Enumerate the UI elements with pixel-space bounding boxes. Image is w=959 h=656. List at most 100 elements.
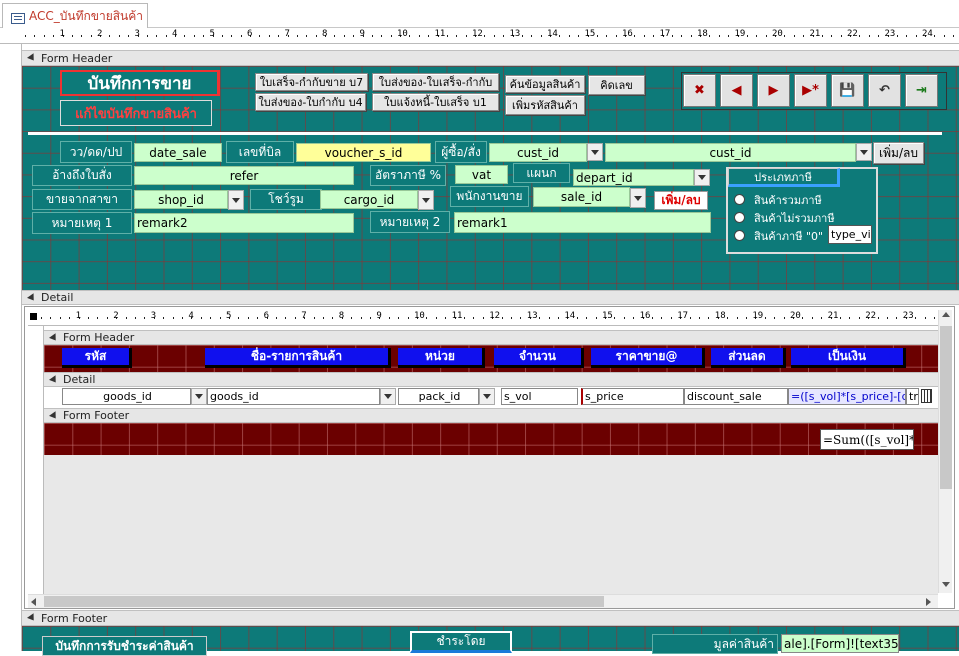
add-remove-customer-button[interactable]: เพิ่ม/ลบ xyxy=(873,142,924,164)
ruler-tick xyxy=(200,317,202,319)
voucher-field[interactable]: voucher_s_id xyxy=(296,143,431,162)
goods-id-dropdown-icon[interactable] xyxy=(191,388,207,405)
type-vi-field[interactable]: type_vi xyxy=(828,225,872,244)
scroll-right-icon[interactable] xyxy=(926,598,931,606)
ruler-number: 20 xyxy=(790,311,801,321)
scroll-thumb[interactable] xyxy=(940,326,952,489)
goods-value-field[interactable]: ale].[Form]![text35] xyxy=(781,634,899,653)
ruler-tick xyxy=(736,317,738,319)
subform-detail-bar[interactable]: Detail xyxy=(44,372,938,387)
remark2-field[interactable]: remark2 xyxy=(134,213,354,233)
cust-name-combo[interactable]: cust_id xyxy=(605,143,856,162)
shop-id-dropdown-icon[interactable] xyxy=(228,190,244,210)
ruler-tick xyxy=(259,35,261,37)
ruler-tick xyxy=(670,317,672,319)
ruler-tick xyxy=(643,35,645,37)
amount-formula-field[interactable]: =([s_vol]*[s_price]-[dis xyxy=(788,388,906,405)
calculator-button[interactable]: คิดเลข xyxy=(588,75,645,95)
header-divider xyxy=(28,132,942,135)
undo-icon[interactable]: ↶ xyxy=(868,74,901,107)
department-combo[interactable]: depart_id xyxy=(573,169,694,186)
ruler-tick xyxy=(821,317,823,319)
tax-inclusive-radio[interactable] xyxy=(734,194,745,205)
tax-inclusive-label: สินค้ารวมภาษี xyxy=(754,194,822,207)
ruler-tick xyxy=(390,35,392,37)
ruler-tick xyxy=(623,317,625,319)
new-record-icon[interactable]: ▶* xyxy=(794,74,827,107)
ruler-tick xyxy=(586,317,588,319)
ruler-tick xyxy=(106,317,108,319)
ruler-tick xyxy=(343,35,345,37)
document-tab[interactable]: ACC_บันทึกขายสินค้า xyxy=(2,3,148,28)
showroom-label: โชว์รูม xyxy=(250,189,322,210)
remark1-field[interactable]: remark1 xyxy=(454,212,711,233)
ruler-number: 15 xyxy=(602,311,613,321)
delivery-invoice-b4-button[interactable]: ใบส่งของ-ใบกำกับ บ4 xyxy=(255,93,366,111)
department-dropdown-icon[interactable] xyxy=(694,169,710,186)
sale-id-combo[interactable]: sale_id xyxy=(533,187,630,207)
ruler-tick xyxy=(268,35,270,37)
subform-header-bar[interactable]: Form Header xyxy=(44,330,938,345)
exit-form-icon[interactable]: ⇥ xyxy=(905,74,938,107)
goods-id-combo[interactable]: goods_id xyxy=(62,388,191,405)
form-footer-section-bar[interactable]: Form Footer xyxy=(22,610,959,626)
ruler-tick xyxy=(774,317,776,319)
shop-id-combo[interactable]: shop_id xyxy=(134,190,228,209)
pack-id-dropdown-icon[interactable] xyxy=(479,388,495,405)
ruler-tick xyxy=(803,35,805,37)
tax-receipt-b7-button[interactable]: ใบเสร็จ-กำกับขาย บ7 xyxy=(255,73,368,91)
cargo-id-dropdown-icon[interactable] xyxy=(418,190,434,210)
ruler-number: 19 xyxy=(734,29,746,39)
tax-exclusive-radio[interactable] xyxy=(734,212,745,223)
cust-id-combo[interactable]: cust_id xyxy=(489,143,587,162)
goods-name-dropdown-icon[interactable] xyxy=(380,388,396,405)
pack-id-combo[interactable]: pack_id xyxy=(398,388,479,405)
invoice-receipt-b1-button[interactable]: ใบแจ้งหนี้-ใบเสร็จ บ1 xyxy=(372,93,499,111)
form-icon xyxy=(11,13,25,24)
add-goods-code-button[interactable]: เพิ่มรหัสสินค้า xyxy=(505,95,585,115)
cust-id-dropdown-icon[interactable] xyxy=(587,143,603,161)
cargo-id-combo[interactable]: cargo_id xyxy=(320,190,418,209)
ruler-tick xyxy=(165,35,167,37)
tr-field[interactable]: tr xyxy=(906,388,919,405)
scroll-up-icon[interactable] xyxy=(942,312,950,317)
cust-name-dropdown-icon[interactable] xyxy=(856,143,872,161)
ruler-tick xyxy=(90,35,92,37)
vertical-ruler xyxy=(0,44,22,651)
ruler-tick xyxy=(511,317,512,319)
goods-name-combo[interactable]: goods_id xyxy=(207,388,380,405)
form-header-section-bar[interactable]: Form Header xyxy=(22,50,959,66)
ruler-tick xyxy=(868,35,870,37)
ruler-number: 21 xyxy=(809,29,821,39)
detail-section-bar[interactable]: Detail xyxy=(22,290,959,305)
subform-footer-bar[interactable]: Form Footer xyxy=(44,408,938,423)
ruler-tick xyxy=(708,317,710,319)
save-record-icon[interactable]: 💾 xyxy=(831,74,864,107)
tax-zero-radio[interactable] xyxy=(734,230,745,241)
vertical-scrollbar[interactable] xyxy=(938,310,952,593)
scroll-down-icon[interactable] xyxy=(942,582,950,587)
scroll-left-icon[interactable] xyxy=(31,598,36,606)
add-remove-staff-button[interactable]: เพิ่ม/ลบ xyxy=(654,191,708,210)
delivery-receipt-button[interactable]: ใบส่งของ-ใบเสร็จ-กำกับ xyxy=(372,73,499,91)
ruler-tick xyxy=(370,317,371,319)
sale-id-dropdown-icon[interactable] xyxy=(630,188,646,208)
h-scroll-thumb[interactable] xyxy=(44,596,604,607)
next-record-icon[interactable]: ▶ xyxy=(757,74,790,107)
s-vol-field[interactable]: s_vol xyxy=(501,388,578,405)
sum-field[interactable]: =Sum(([s_vol]* xyxy=(820,429,914,450)
salesperson-label: พนักงานขาย xyxy=(450,186,529,207)
search-goods-button[interactable]: ค้นข้อมูลสินค้า xyxy=(505,75,585,93)
previous-record-icon[interactable]: ◀ xyxy=(720,74,753,107)
vat-field[interactable]: vat xyxy=(455,165,508,184)
horizontal-ruler: 1 2 3 4 5 6 7 8 9 10 11 12 13 14 15 16 17 18 19 20 21 22 23 24 xyxy=(0,28,959,44)
s-price-field[interactable]: s_price xyxy=(581,388,684,405)
delete-row-icon[interactable] xyxy=(921,389,932,403)
refer-field[interactable]: refer xyxy=(134,166,354,185)
ruler-tick xyxy=(576,317,578,319)
delete-record-icon[interactable]: ✖ xyxy=(683,74,716,107)
date-sale-field[interactable]: date_sale xyxy=(134,143,222,162)
horizontal-scrollbar[interactable] xyxy=(28,594,938,608)
discount-field[interactable]: discount_sale xyxy=(684,388,788,405)
ruler-number: 8 xyxy=(338,311,345,321)
